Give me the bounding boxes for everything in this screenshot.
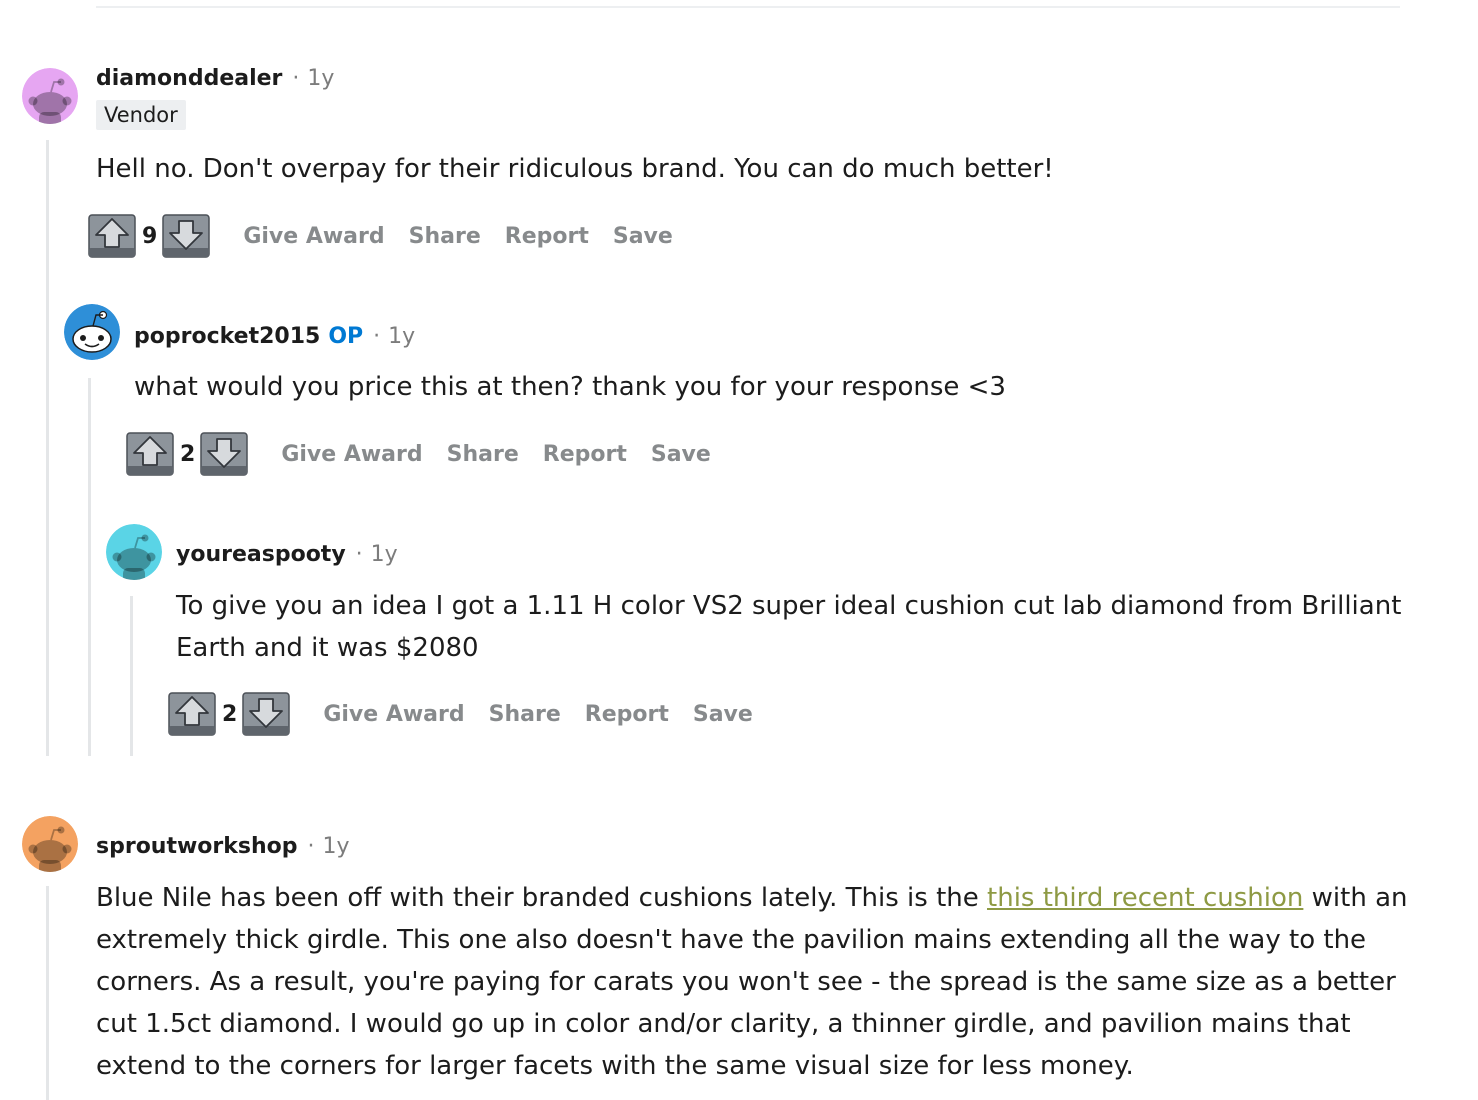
comment-age[interactable]: 1y — [323, 834, 350, 859]
upvote-button[interactable] — [88, 214, 136, 258]
upvote-arrow-icon — [168, 692, 216, 736]
snoo-avatar-icon — [64, 304, 120, 360]
upvote-button[interactable] — [168, 692, 216, 736]
downvote-button[interactable] — [242, 692, 291, 736]
upvote-arrow-icon — [88, 214, 136, 258]
comment-meta: poprocket2015 OP · 1y — [134, 320, 415, 352]
comment-actions: 2 Give Award Share Report Save — [126, 431, 711, 477]
op-badge: OP — [328, 323, 364, 349]
downvote-arrow-icon — [242, 692, 291, 736]
top-divider — [96, 6, 1400, 8]
avatar[interactable] — [22, 816, 78, 872]
report-button[interactable]: Report — [543, 442, 627, 467]
comment-link[interactable]: this third recent cushion — [987, 883, 1303, 913]
avatar[interactable] — [22, 68, 78, 124]
comment-body: Blue Nile has been off with their brande… — [96, 877, 1436, 1087]
separator-dot: · — [307, 833, 315, 859]
comment-text: Blue Nile has been off with their brande… — [96, 883, 988, 913]
comment-age[interactable]: 1y — [307, 66, 334, 91]
comment-meta: youreaspooty · 1y — [176, 538, 398, 570]
username[interactable]: diamonddealer — [96, 66, 282, 91]
vote-score: 2 — [222, 701, 238, 727]
avatar[interactable] — [106, 524, 162, 580]
vote-score: 2 — [180, 441, 196, 467]
snoo-avatar-icon — [106, 524, 162, 580]
downvote-button[interactable] — [200, 432, 249, 476]
share-button[interactable]: Share — [447, 442, 519, 467]
vote-score: 9 — [142, 223, 158, 249]
separator-dot: · — [355, 541, 363, 567]
comment-body: Hell no. Don't overpay for their ridicul… — [96, 154, 1054, 184]
comment-meta: diamonddealer · 1y — [96, 62, 334, 94]
report-button[interactable]: Report — [505, 224, 589, 249]
downvote-arrow-icon — [162, 214, 211, 258]
downvote-button[interactable] — [162, 214, 211, 258]
user-flair: Vendor — [96, 100, 186, 130]
comment-body: what would you price this at then? thank… — [134, 372, 1006, 402]
save-button[interactable]: Save — [693, 702, 753, 727]
comment-meta: sproutworkshop · 1y — [96, 830, 350, 862]
separator-dot: · — [292, 65, 300, 91]
give-award-button[interactable]: Give Award — [281, 442, 422, 467]
thread-line-comment-4[interactable] — [46, 886, 49, 1100]
separator-dot: · — [373, 323, 381, 349]
give-award-button[interactable]: Give Award — [323, 702, 464, 727]
downvote-arrow-icon — [200, 432, 249, 476]
upvote-arrow-icon — [126, 432, 174, 476]
avatar[interactable] — [64, 304, 120, 360]
username[interactable]: poprocket2015 — [134, 324, 320, 349]
comment-actions: 2 Give Award Share Report Save — [168, 691, 753, 737]
comment-body: To give you an idea I got a 1.11 H color… — [176, 591, 1402, 663]
thread-line-comment-3[interactable] — [130, 596, 133, 756]
thread-line-comment-1[interactable] — [46, 140, 49, 756]
snoo-avatar-icon — [22, 816, 78, 872]
save-button[interactable]: Save — [651, 442, 711, 467]
comment-actions: 9 Give Award Share Report Save — [88, 213, 673, 259]
report-button[interactable]: Report — [585, 702, 669, 727]
username[interactable]: sproutworkshop — [96, 834, 298, 859]
comment-age[interactable]: 1y — [388, 324, 415, 349]
share-button[interactable]: Share — [489, 702, 561, 727]
give-award-button[interactable]: Give Award — [243, 224, 384, 249]
upvote-button[interactable] — [126, 432, 174, 476]
comment-age[interactable]: 1y — [371, 542, 398, 567]
share-button[interactable]: Share — [409, 224, 481, 249]
snoo-avatar-icon — [22, 68, 78, 124]
thread-line-comment-2[interactable] — [88, 378, 91, 756]
save-button[interactable]: Save — [613, 224, 673, 249]
username[interactable]: youreaspooty — [176, 542, 346, 567]
